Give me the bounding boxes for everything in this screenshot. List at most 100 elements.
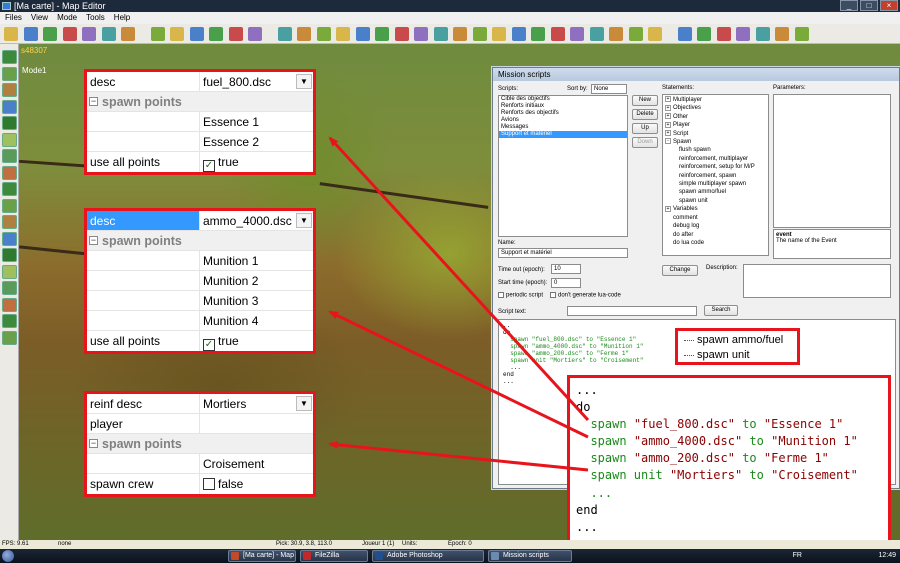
chevron-down-icon[interactable]: ▼	[296, 396, 312, 411]
toolbar-tool-icon[interactable]	[570, 27, 584, 41]
use-all-toggle[interactable]: ✓ true	[200, 331, 313, 351]
taskbar-button[interactable]: [Ma carte] - Map Ed...	[228, 550, 296, 562]
chevron-down-icon[interactable]: ▼	[296, 74, 312, 89]
start-button[interactable]	[2, 550, 14, 562]
toolbar-tool-icon[interactable]	[775, 27, 789, 41]
chevron-down-icon[interactable]: ▼	[296, 213, 312, 228]
toolbar-tool-icon[interactable]	[336, 27, 350, 41]
statement-tree-item[interactable]: debug log	[665, 222, 768, 230]
left-tool-icon[interactable]	[2, 165, 17, 180]
left-tool-icon[interactable]	[2, 314, 17, 328]
nolua-option[interactable]: don't generate lua-code	[550, 292, 621, 299]
toolbar-tool-icon[interactable]	[609, 27, 623, 41]
player-value[interactable]	[200, 414, 313, 433]
toolbar-tool-icon[interactable]	[677, 27, 692, 41]
statement-tree-item[interactable]: + Player	[665, 121, 768, 129]
menu-help[interactable]: Help	[114, 12, 130, 24]
left-tool-icon[interactable]	[2, 297, 17, 312]
left-tool-icon[interactable]	[2, 149, 17, 163]
toolbar-tool-icon[interactable]	[453, 27, 467, 41]
use-all-toggle[interactable]: ✓ true	[200, 152, 313, 172]
left-tool-icon[interactable]	[2, 83, 17, 97]
up-button[interactable]: Up	[632, 123, 658, 134]
left-tool-icon[interactable]	[2, 50, 17, 64]
statement-tree-item[interactable]: + Variables	[665, 205, 768, 213]
expand-icon[interactable]: +	[665, 96, 671, 103]
desc-select[interactable]: fuel_800.dsc ▼	[200, 72, 313, 91]
script-list-item[interactable]: Cible des objectifs	[499, 96, 627, 103]
taskbar-button[interactable]: Adobe Photoshop	[372, 550, 484, 562]
new-button[interactable]: New	[632, 95, 658, 106]
timeout-input[interactable]: 10	[551, 264, 581, 274]
checkmark-icon[interactable]: ✓	[203, 339, 215, 351]
parameters-box[interactable]	[773, 94, 891, 228]
collapse-icon[interactable]: −	[89, 97, 98, 106]
use-all-points-row[interactable]: use all points ✓ true	[87, 331, 313, 351]
change-button[interactable]: Change	[662, 265, 698, 276]
left-tool-icon[interactable]	[2, 99, 17, 114]
periodic-option[interactable]: periodic script	[498, 292, 543, 299]
collapse-icon[interactable]: −	[89, 236, 98, 245]
toolbar-tool-icon[interactable]	[228, 27, 243, 41]
left-tool-icon[interactable]	[2, 281, 17, 295]
spawn-crew-toggle[interactable]: false	[200, 474, 313, 494]
statement-tree-item[interactable]: simple multiplayer spawn	[665, 180, 768, 188]
statement-tree-item[interactable]: spawn ammo/fuel	[665, 188, 768, 196]
script-list-item[interactable]: Renforts initiaux	[499, 103, 627, 110]
left-tool-icon[interactable]	[2, 215, 17, 229]
spawn-point-row[interactable]: Munition 4	[87, 311, 313, 331]
toolbar-tool-icon[interactable]	[82, 27, 96, 41]
left-tool-icon[interactable]	[2, 66, 17, 81]
search-button[interactable]: Search	[704, 305, 738, 316]
statement-tree-item[interactable]: do lua code	[665, 239, 768, 247]
toolbar-tool-icon[interactable]	[394, 27, 409, 41]
menu-tools[interactable]: Tools	[86, 12, 105, 24]
taskbar-button[interactable]: Mission scripts	[488, 550, 572, 562]
collapse-icon[interactable]: −	[89, 439, 98, 448]
starttime-input[interactable]: 0	[551, 278, 581, 288]
statement-tree-item[interactable]: flush spawn	[665, 146, 768, 154]
statement-tree-item[interactable]: reinforcement, setup for M/P	[665, 163, 768, 171]
reinf-desc-row[interactable]: reinf desc Mortiers ▼	[87, 394, 313, 414]
minimize-button[interactable]: _	[840, 0, 858, 11]
left-tool-icon[interactable]	[2, 116, 17, 130]
toolbar-tool-icon[interactable]	[550, 27, 565, 41]
menu-files[interactable]: Files	[5, 12, 22, 24]
taskbar-button[interactable]: FileZilla	[300, 550, 368, 562]
spawn-point-row[interactable]: Croisement	[87, 454, 313, 474]
spawn-point-row[interactable]: Essence 2	[87, 132, 313, 152]
statement-tree-item[interactable]: reinforcement, multiplayer	[665, 155, 768, 163]
expand-icon[interactable]: +	[665, 205, 671, 212]
toolbar-tool-icon[interactable]	[472, 27, 487, 41]
toolbar-tool-icon[interactable]	[189, 27, 204, 41]
menu-mode[interactable]: Mode	[57, 12, 77, 24]
toolbar-tool-icon[interactable]	[297, 27, 311, 41]
spawn-points-section[interactable]: − spawn points	[87, 434, 313, 454]
statement-tree-item[interactable]: + Multiplayer	[665, 96, 768, 104]
toolbar-tool-icon[interactable]	[316, 27, 331, 41]
expand-icon[interactable]: +	[665, 130, 671, 137]
left-tool-icon[interactable]	[2, 264, 17, 279]
toolbar-tool-icon[interactable]	[121, 27, 135, 41]
language-indicator[interactable]: FR	[793, 549, 802, 563]
spawn-point-row[interactable]: Essence 1	[87, 112, 313, 132]
toolbar-tool-icon[interactable]	[794, 27, 809, 41]
toolbar-tool-icon[interactable]	[375, 27, 389, 41]
desc-select[interactable]: ammo_4000.dsc ▼	[200, 211, 313, 230]
statement-tree-item[interactable]: do after	[665, 231, 768, 239]
left-tool-icon[interactable]	[2, 330, 17, 345]
toolbar-tool-icon[interactable]	[589, 27, 604, 41]
scripts-list[interactable]: Cible des objectifs Renforts initiaux Renf…	[498, 95, 628, 237]
toolbar-tool-icon[interactable]	[697, 27, 711, 41]
statement-tree-item[interactable]: spawn unit	[665, 197, 768, 205]
toolbar-tool-icon[interactable]	[628, 27, 643, 41]
script-search-input[interactable]	[567, 306, 697, 316]
close-button[interactable]: ×	[880, 0, 898, 11]
toolbar-tool-icon[interactable]	[23, 27, 38, 41]
toolbar-tool-icon[interactable]	[170, 27, 184, 41]
toolbar-tool-icon[interactable]	[4, 27, 18, 41]
maximize-button[interactable]: □	[860, 0, 878, 11]
toolbar-tool-icon[interactable]	[209, 27, 223, 41]
name-input[interactable]: Support et matériel	[498, 248, 628, 258]
checkmark-icon[interactable]: ✓	[203, 160, 215, 172]
